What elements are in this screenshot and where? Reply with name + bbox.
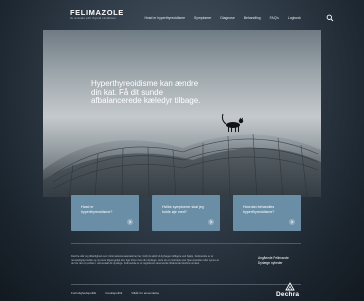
arrow-right-icon bbox=[208, 219, 214, 225]
card-treatment[interactable]: Hvordan behandles hyperthyreoidisme? bbox=[233, 195, 301, 231]
main-nav: Hvad er hyperthyreoidisme Symptomer Diag… bbox=[140, 16, 305, 20]
dechra-mark-icon bbox=[285, 282, 295, 291]
nav-item-symptoms[interactable]: Symptomer bbox=[190, 16, 216, 20]
footer-right-links: Angående Felimazole Dyrlæge nyheder bbox=[258, 256, 289, 266]
card-label: Hvordan behandles hyperthyreoidisme? bbox=[243, 205, 275, 214]
page: FELIMAZOLE for animals with thyroid cond… bbox=[0, 0, 364, 301]
dechra-logo[interactable]: Dechra bbox=[276, 282, 306, 300]
site-header: FELIMAZOLE for animals with thyroid cond… bbox=[0, 0, 364, 28]
logo-wordmark: FELIMAZOLE bbox=[70, 8, 124, 17]
hero-headline: Hyperthyreoidisme kan ændre din kat. Få … bbox=[91, 79, 201, 106]
hero-image bbox=[43, 113, 321, 197]
arrow-right-icon bbox=[289, 219, 295, 225]
link-privacy-policy[interactable]: Fortrolighedspolitik bbox=[71, 291, 96, 295]
nav-item-faqs[interactable]: FAQ's bbox=[265, 16, 283, 20]
nav-item-diagnosis[interactable]: Diagnose bbox=[216, 16, 239, 20]
card-symptoms[interactable]: Hvilke symptomer skal jeg holde øje med? bbox=[152, 195, 220, 231]
arrow-right-icon bbox=[127, 219, 133, 225]
footer-disclaimer: Dechra står sig tilbørlighed over inform… bbox=[71, 255, 219, 265]
search-icon[interactable] bbox=[326, 14, 334, 22]
cat-silhouette bbox=[221, 113, 244, 132]
link-cookie-policy[interactable]: Cookiepolitik bbox=[105, 291, 122, 295]
card-label: Hvilke symptomer skal jeg holde øje med? bbox=[162, 205, 204, 214]
footer-divider-top bbox=[71, 243, 301, 244]
logo-tagline: for animals with thyroid conditions bbox=[70, 17, 116, 20]
dechra-wordmark: Dechra bbox=[276, 291, 300, 298]
nav-item-treatment[interactable]: Behandling bbox=[239, 16, 265, 20]
nav-item-what-is[interactable]: Hvad er hyperthyreoidisme bbox=[140, 16, 190, 20]
felimazole-logo[interactable]: FELIMAZOLE for animals with thyroid cond… bbox=[70, 9, 124, 21]
hero-banner: Hyperthyreoidisme kan ændre din kat. Få … bbox=[43, 30, 321, 197]
nav-item-logbook[interactable]: Logbook bbox=[283, 16, 305, 20]
footer-bottom-links: Fortrolighedspolitik Cookiepolitik Vilkå… bbox=[71, 291, 159, 295]
info-cards: Hvad er hyperthyreoidisme? Hvilke sympto… bbox=[71, 195, 301, 231]
card-label: Hvad er hyperthyreoidisme? bbox=[81, 205, 113, 214]
link-vet-news[interactable]: Dyrlæge nyheder bbox=[258, 261, 289, 266]
link-terms-of-use[interactable]: Vilkår for anvendelse bbox=[131, 291, 159, 295]
card-what-is[interactable]: Hvad er hyperthyreoidisme? bbox=[71, 195, 139, 231]
footer-divider-bottom bbox=[71, 284, 301, 285]
